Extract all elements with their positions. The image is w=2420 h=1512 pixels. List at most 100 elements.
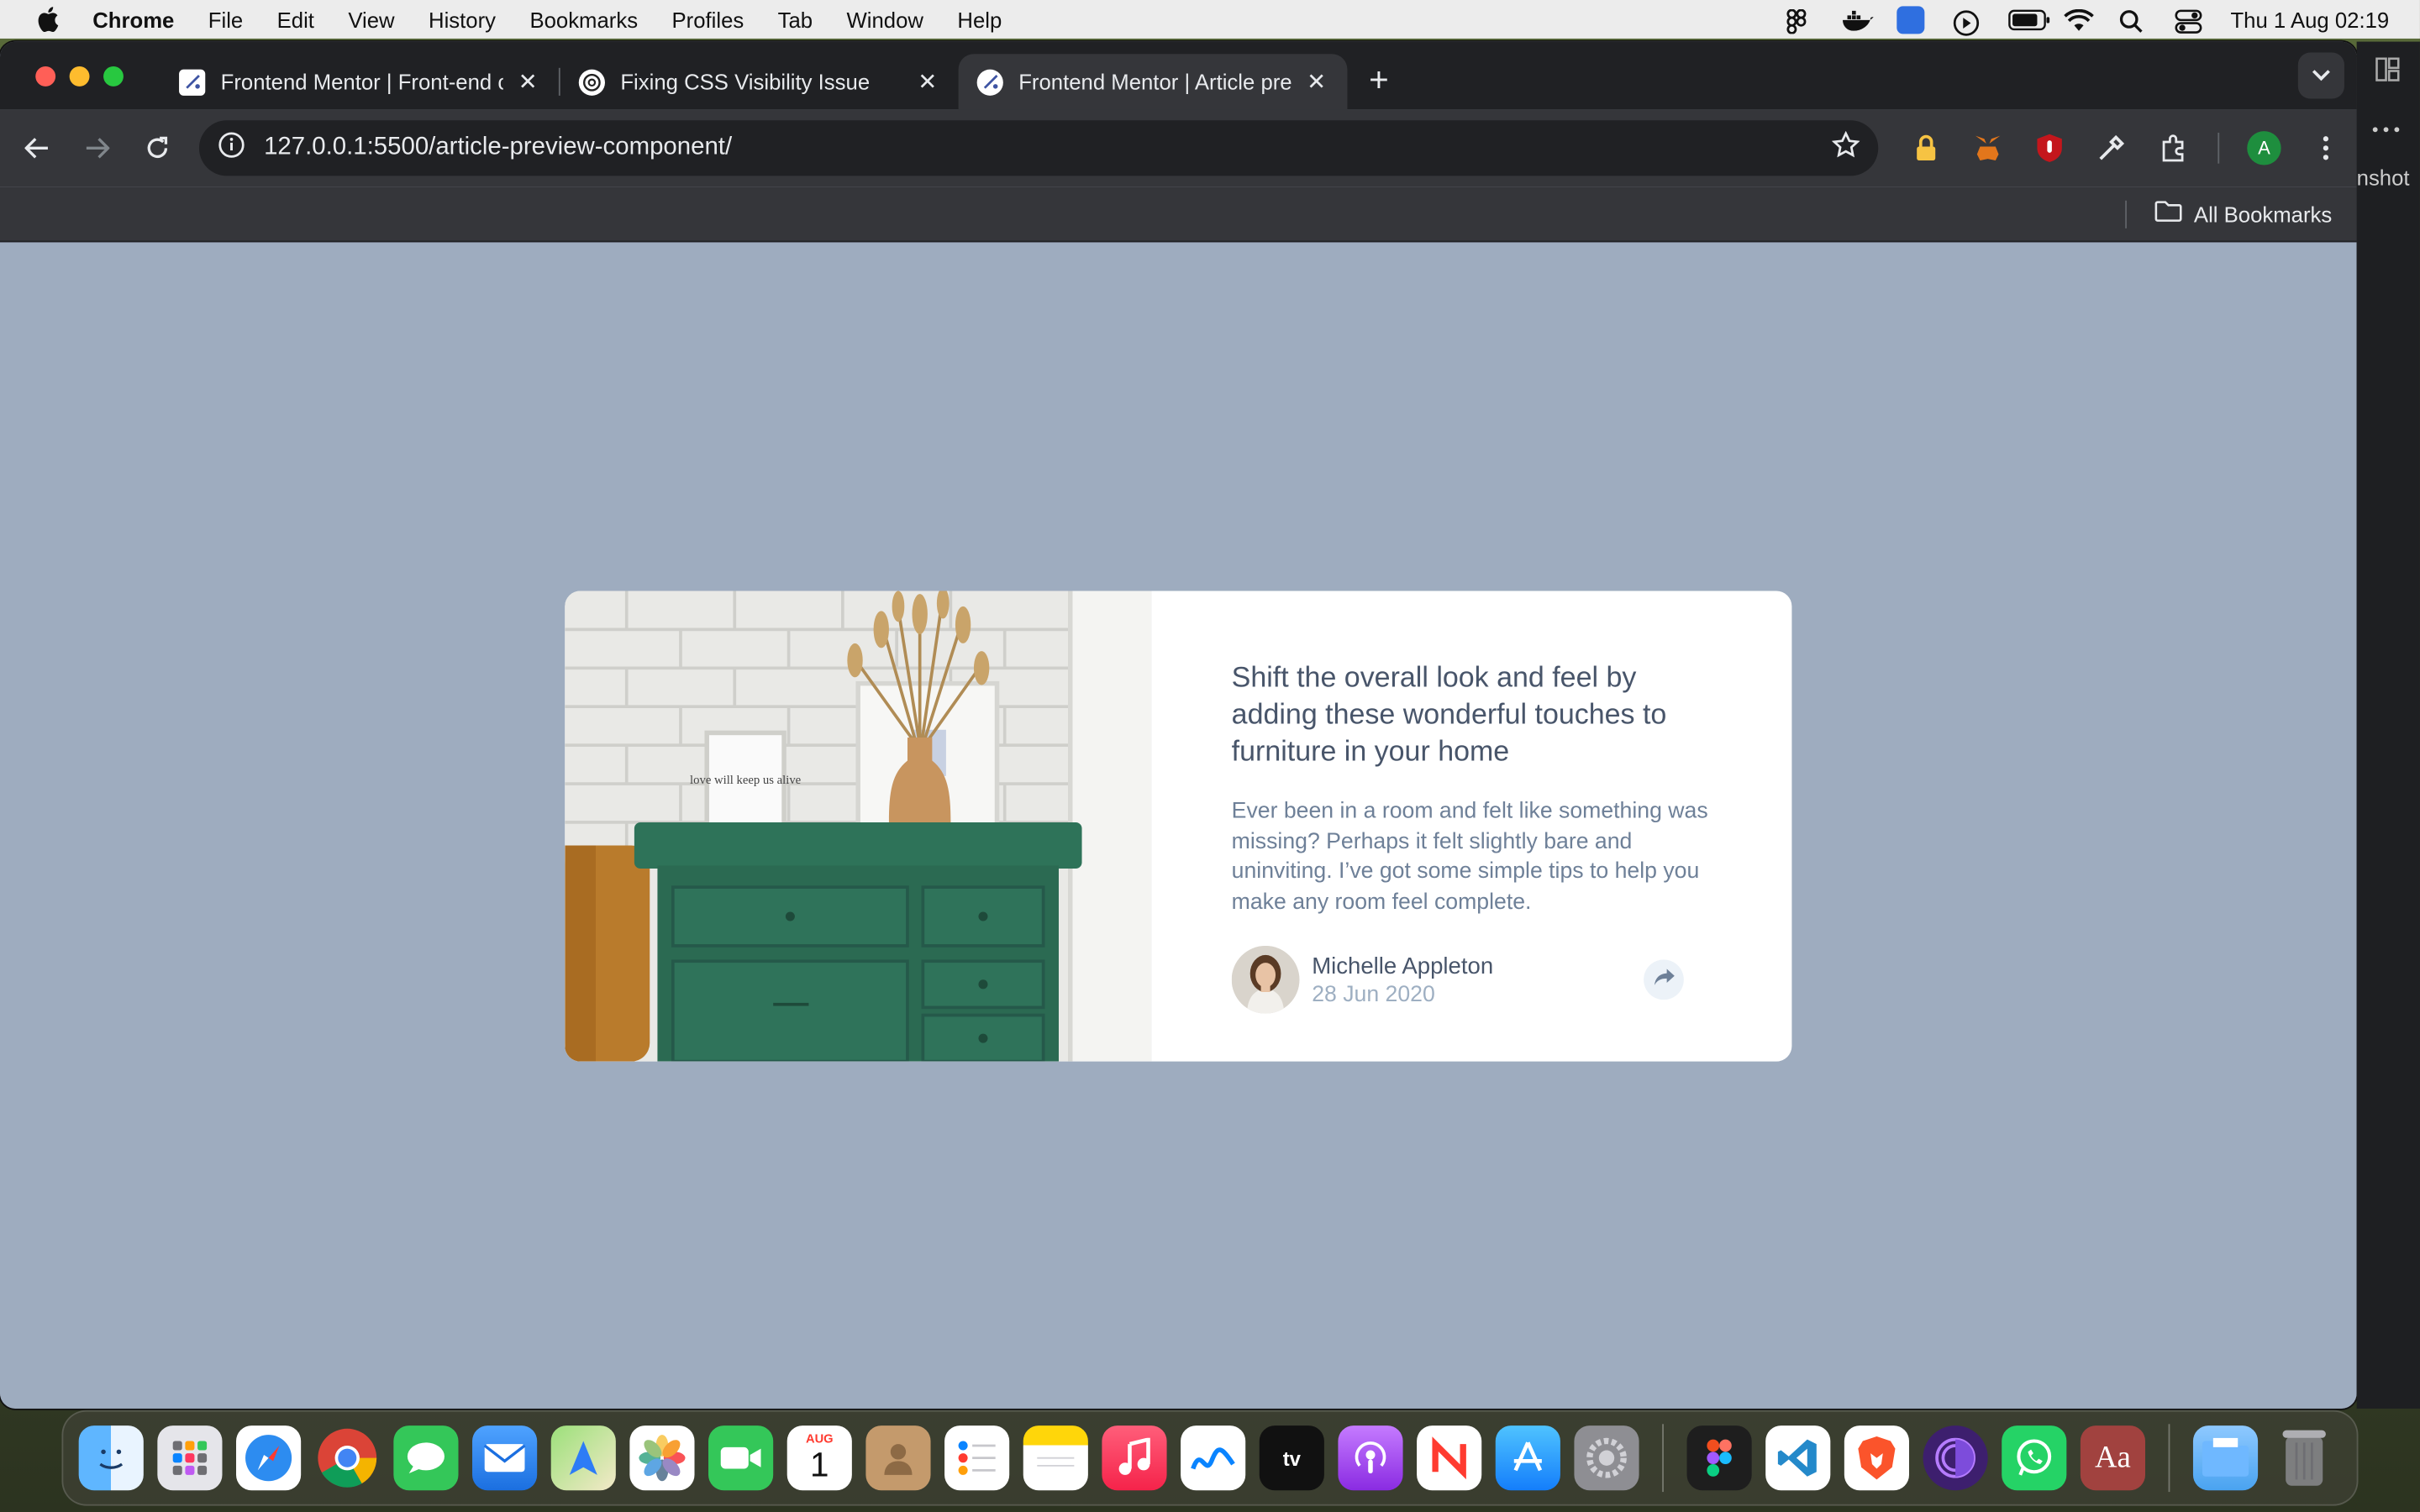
close-tab-icon[interactable]: ✕: [915, 68, 939, 96]
menu-bookmarks[interactable]: Bookmarks: [529, 7, 638, 31]
publish-date: 28 Jun 2020: [1312, 982, 1435, 1007]
minimize-window-button[interactable]: [69, 66, 90, 86]
article-card: love will keep us alive Shift the overal…: [565, 591, 1792, 1062]
dock-separator: [2168, 1424, 2170, 1493]
window-controls: [35, 66, 124, 86]
music-icon[interactable]: [1102, 1425, 1167, 1491]
more-menu-icon[interactable]: [2309, 131, 2343, 165]
tab-search-chevron-icon[interactable]: [2297, 52, 2344, 99]
new-tab-button[interactable]: +: [1369, 60, 1389, 101]
close-tab-icon[interactable]: ✕: [1304, 68, 1328, 96]
close-tab-icon[interactable]: ✕: [515, 68, 539, 96]
author-info: Michelle Appleton 28 Jun 2020: [1312, 953, 1493, 1006]
podcasts-icon[interactable]: [1338, 1425, 1403, 1491]
dock: AUG 1 tv Aa: [61, 1410, 2359, 1506]
play-icon[interactable]: [1953, 8, 1981, 35]
menu-profiles[interactable]: Profiles: [671, 7, 744, 31]
frontend-mentor-favicon-icon: [976, 68, 1003, 95]
freeform-icon[interactable]: [1181, 1425, 1246, 1491]
menu-file[interactable]: File: [208, 7, 243, 31]
app-store-icon[interactable]: [1495, 1425, 1560, 1491]
figma-icon[interactable]: [1686, 1425, 1752, 1491]
menu-app-name[interactable]: Chrome: [92, 7, 174, 31]
desktop: Chrome File Edit View History Bookmarks …: [0, 0, 2420, 1512]
author-row: Michelle Appleton 28 Jun 2020: [1231, 945, 1712, 1014]
finder-icon[interactable]: [78, 1425, 144, 1491]
menubar-clock[interactable]: Thu 1 Aug 02:19: [2230, 7, 2389, 31]
tab-fixing-css[interactable]: Fixing CSS Visibility Issue ✕: [560, 54, 959, 109]
menu-edit[interactable]: Edit: [277, 7, 314, 31]
bookmark-star-icon[interactable]: [1831, 129, 1860, 165]
apple-icon[interactable]: [34, 5, 61, 33]
mail-icon[interactable]: [472, 1425, 538, 1491]
notes-icon[interactable]: [1023, 1425, 1088, 1491]
facetime-icon[interactable]: [708, 1425, 774, 1491]
figma-menubar-icon[interactable]: [1786, 8, 1813, 34]
all-bookmarks-button[interactable]: All Bookmarks: [2194, 202, 2332, 226]
photos-icon[interactable]: [629, 1425, 695, 1491]
downloads-folder-icon[interactable]: [2192, 1425, 2259, 1491]
tab-article-preview[interactable]: Frontend Mentor | Article prev ✕: [958, 54, 1348, 110]
extensions-puzzle-icon[interactable]: [2156, 131, 2190, 165]
zoom-window-button[interactable]: [103, 66, 124, 86]
browser-toolbar: 127.0.0.1:5500/article-preview-component…: [0, 109, 2357, 187]
ublock-icon[interactable]: [2033, 131, 2066, 165]
url-text[interactable]: 127.0.0.1:5500/article-preview-component…: [264, 134, 1832, 162]
share-button[interactable]: [1644, 959, 1684, 1000]
maps-icon[interactable]: [550, 1425, 616, 1491]
menu-bar: Chrome File Edit View History Bookmarks …: [0, 0, 2420, 39]
browser-window: Frontend Mentor | Front-end c ✕ Fixing C…: [0, 41, 2357, 1409]
extensions-area: A: [1909, 131, 2343, 165]
folder-icon: [2154, 201, 2181, 227]
whatsapp-icon[interactable]: [2002, 1425, 2067, 1491]
vpn-icon[interactable]: [1897, 5, 1925, 34]
bookmarks-separator: [2124, 199, 2127, 228]
reload-button[interactable]: [134, 125, 181, 171]
side-window-text: nshot: [2356, 165, 2410, 190]
spotlight-icon[interactable]: [2119, 8, 2147, 32]
back-button[interactable]: [14, 125, 60, 171]
apple-tv-icon[interactable]: tv: [1259, 1425, 1324, 1491]
tor-browser-icon[interactable]: [1923, 1425, 1988, 1491]
forward-button[interactable]: [74, 125, 120, 171]
tab-frontend-mentor[interactable]: Frontend Mentor | Front-end c ✕: [160, 54, 559, 109]
chatgpt-favicon-icon: [578, 68, 605, 95]
brave-icon[interactable]: [1844, 1425, 1909, 1491]
site-info-icon[interactable]: [218, 130, 245, 165]
wifi-icon[interactable]: [2064, 8, 2095, 30]
reminders-icon[interactable]: [944, 1425, 1010, 1491]
toolbar-separator: [2217, 132, 2220, 164]
chrome-icon[interactable]: [315, 1425, 380, 1490]
control-center-icon[interactable]: [2175, 8, 2202, 33]
vscode-icon[interactable]: [1765, 1425, 1831, 1491]
calendar-day: 1: [810, 1445, 829, 1484]
frontend-mentor-favicon-icon: [179, 68, 206, 95]
launchpad-icon[interactable]: [157, 1425, 223, 1491]
menu-window[interactable]: Window: [847, 7, 923, 31]
tab-title: Frontend Mentor | Article prev: [1018, 69, 1292, 95]
address-bar[interactable]: 127.0.0.1:5500/article-preview-component…: [198, 120, 1879, 176]
contacts-icon[interactable]: [865, 1425, 931, 1491]
calendar-icon[interactable]: AUG 1: [786, 1425, 852, 1491]
menu-view[interactable]: View: [348, 7, 394, 31]
dock-separator: [1662, 1424, 1664, 1493]
dictionary-icon[interactable]: Aa: [2080, 1425, 2146, 1491]
menu-tab[interactable]: Tab: [778, 7, 813, 31]
battery-icon[interactable]: [2008, 8, 2050, 30]
menu-history[interactable]: History: [429, 7, 496, 31]
safari-icon[interactable]: [236, 1425, 302, 1491]
messages-icon[interactable]: [393, 1425, 459, 1491]
news-icon[interactable]: [1417, 1425, 1482, 1491]
profile-avatar[interactable]: A: [2247, 131, 2281, 165]
layout-icon[interactable]: [2375, 57, 2400, 87]
metamask-icon[interactable]: [1970, 131, 2004, 165]
color-picker-icon[interactable]: [2094, 131, 2128, 165]
trash-icon[interactable]: [2272, 1425, 2337, 1490]
menu-help[interactable]: Help: [957, 7, 1002, 31]
docker-icon[interactable]: [1842, 8, 1875, 30]
more-icon[interactable]: [2372, 113, 2400, 137]
lock-extension-icon[interactable]: [1909, 131, 1943, 165]
system-settings-icon[interactable]: [1574, 1425, 1639, 1491]
tab-title: Frontend Mentor | Front-end c: [220, 69, 503, 95]
close-window-button[interactable]: [35, 66, 56, 86]
